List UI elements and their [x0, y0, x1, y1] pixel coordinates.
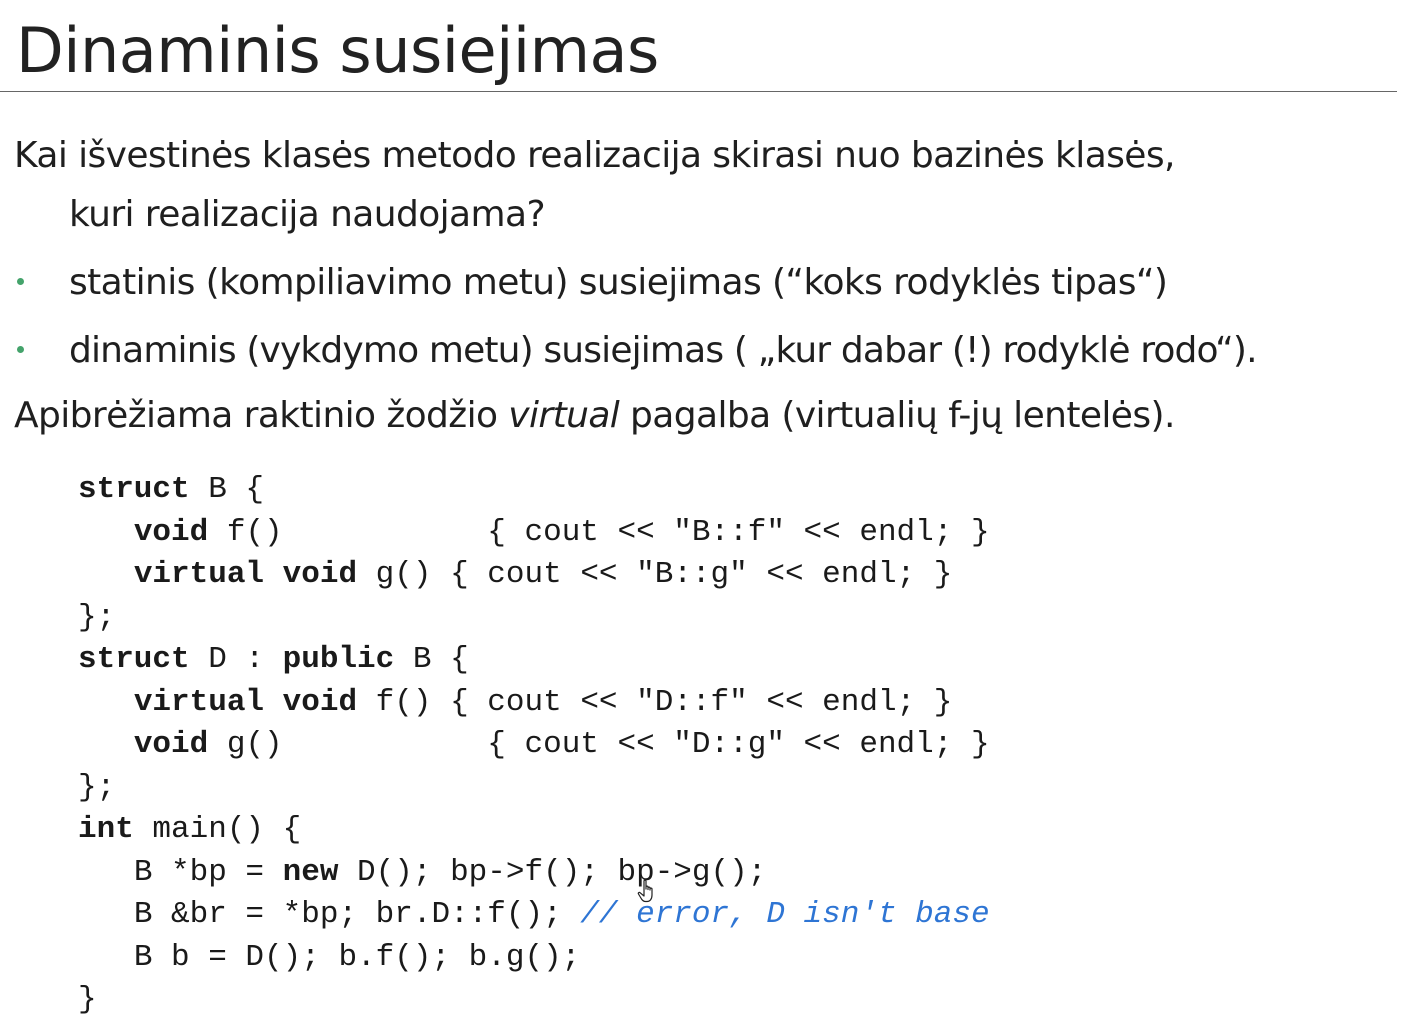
code-keyword: void [282, 684, 358, 720]
code-keyword: void [133, 514, 209, 550]
code-text: B { [394, 642, 469, 677]
code-line: B b = D(); b.f(); b.g(); [78, 940, 580, 975]
code-text: g() { cout << "D::g" << endl; } [208, 727, 990, 762]
definition-suffix: pagalba (virtualių f-jų lentelės). [619, 395, 1175, 436]
code-line: }; [78, 599, 116, 635]
code-text: B { [189, 472, 265, 507]
hand-cursor-icon [637, 879, 653, 903]
code-keyword: virtual [133, 557, 265, 592]
code-keyword: struct [78, 472, 190, 507]
intro-line-1: Kai išvestinės klasės metodo realizacija… [14, 135, 1175, 176]
bullet-dot-icon [17, 278, 24, 285]
virtual-keyword: virtual [508, 395, 620, 436]
bullet-item-static-binding: statinis (kompiliavimo metu) susiejimas … [69, 262, 1168, 303]
code-line: void g() { cout << "D::g" << endl; } [78, 727, 990, 762]
code-line: struct D : public B { [78, 642, 469, 677]
code-line: } [78, 982, 97, 1017]
code-keyword: int [78, 812, 134, 847]
code-keyword: void [282, 557, 358, 592]
code-text: g() { cout << "B::g" << endl; } [357, 557, 953, 592]
code-line: void f() { cout << "B::f" << endl; } [78, 515, 990, 550]
intro-line-2: kuri realizacija naudojama? [69, 194, 546, 235]
code-line: B *bp = new D(); bp->f(); bp->g(); [78, 854, 767, 890]
code-line: }; [78, 769, 116, 805]
title-divider [0, 91, 1397, 92]
code-keyword: new [282, 854, 339, 890]
virtual-definition-line: Apibrėžiama raktinio žodžio virtual paga… [14, 394, 1175, 438]
slide-title: Dinaminis susiejimas [16, 14, 659, 87]
code-line: virtual void g() { cout << "B::g" << end… [78, 557, 953, 592]
definition-prefix: Apibrėžiama raktinio žodžio [14, 395, 509, 436]
code-keyword: virtual [133, 684, 265, 720]
code-line: int main() { [78, 812, 301, 847]
code-keyword: void [133, 727, 209, 762]
code-text: B *bp = [133, 854, 283, 890]
bullet-dot-icon [17, 346, 24, 353]
code-text: B b = D(); b.f(); b.g(); [133, 939, 581, 975]
code-line: virtual void f() { cout << "D::f" << end… [78, 684, 953, 720]
code-text: D(); bp->f(); bp->g(); [338, 854, 767, 890]
code-keyword: struct [78, 642, 190, 677]
code-text: f() { cout << "B::f" << endl; } [208, 514, 990, 550]
code-keyword: public [282, 642, 395, 677]
code-text: B &br = *bp; br.D::f(); [133, 897, 581, 932]
code-text: f() { cout << "D::f" << endl; } [357, 684, 953, 720]
bullet-item-dynamic-binding: dinaminis (vykdymo metu) susiejimas ( „k… [69, 330, 1258, 371]
code-line: B &br = *bp; br.D::f(); // error, D isn'… [78, 897, 990, 932]
code-text: main() { [133, 812, 302, 847]
code-line: struct B { [78, 472, 264, 507]
code-text: D : [189, 642, 283, 677]
code-block: struct B { void f() { cout << "B::f" << … [78, 469, 990, 1022]
